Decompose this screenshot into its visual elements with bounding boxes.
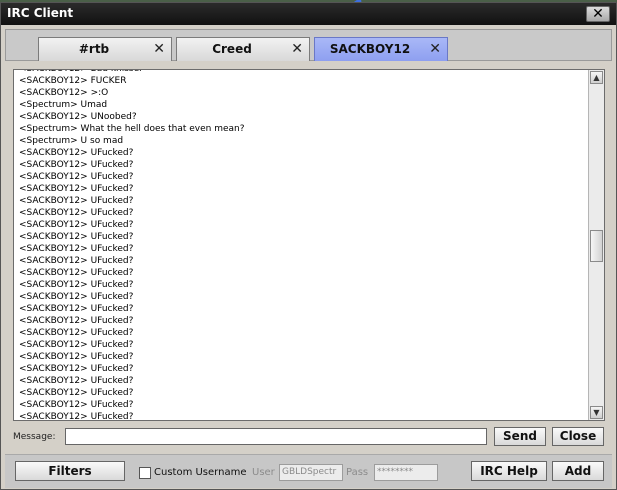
tab-label: SACKBOY12: [329, 42, 411, 56]
custom-username-checkbox[interactable]: [139, 467, 151, 479]
chat-line: <SACKBOY12> UFucked?: [19, 220, 134, 230]
message-input[interactable]: [65, 428, 487, 445]
chat-log[interactable]: <SACKBOY12> Bad knisser <SACKBOY12> FUCKE…: [13, 69, 605, 421]
chat-line: <SACKBOY12> UFucked?: [19, 328, 134, 338]
chat-line: <SACKBOY12> FUCKER: [19, 76, 127, 86]
filters-button[interactable]: Filters: [15, 461, 125, 481]
tab-sackboy12[interactable]: SACKBOY12 ✕: [314, 37, 448, 61]
chat-line: <SACKBOY12> UFucked?: [19, 256, 134, 266]
chat-line: <SACKBOY12> UFucked?: [19, 280, 134, 290]
scroll-down-icon[interactable]: ▼: [590, 406, 603, 419]
pass-label: Pass: [346, 467, 369, 478]
chat-line: <SACKBOY12> UFucked?: [19, 400, 134, 410]
chat-line: <SACKBOY12> UFucked?: [19, 292, 134, 302]
irc-client-window: IRC Client ✕ #rtb ✕ Creed ✕ SACKBOY12 ✕ …: [0, 2, 617, 490]
chat-line: <SACKBOY12> UFucked?: [19, 172, 134, 182]
message-label: Message:: [13, 432, 56, 442]
chat-line: <SACKBOY12> UFucked?: [19, 232, 134, 242]
tab-close-icon[interactable]: ✕: [429, 41, 441, 57]
irc-help-button[interactable]: IRC Help: [471, 461, 547, 481]
send-button[interactable]: Send: [494, 427, 546, 446]
chat-line: <SACKBOY12> UFucked?: [19, 412, 134, 421]
tab-label: Creed: [212, 42, 252, 56]
title-bar[interactable]: IRC Client ✕: [1, 3, 616, 25]
chat-line: <SACKBOY12> UFucked?: [19, 160, 134, 170]
chat-line: <SACKBOY12> UFucked?: [19, 208, 134, 218]
add-button[interactable]: Add: [552, 461, 604, 481]
tab-strip: #rtb ✕ Creed ✕ SACKBOY12 ✕: [5, 29, 612, 61]
chat-line: <Spectrum> What the hell does that even …: [19, 124, 245, 134]
chat-line: <SACKBOY12> UFucked?: [19, 244, 134, 254]
tab-close-icon[interactable]: ✕: [153, 41, 165, 57]
tab-creed[interactable]: Creed ✕: [176, 37, 310, 61]
chat-line: <Spectrum> Umad: [19, 100, 108, 110]
user-field[interactable]: GBLDSpectr: [279, 464, 343, 481]
chat-line: <SACKBOY12> UFucked?: [19, 352, 134, 362]
chat-scrollbar[interactable]: ▲ ▼: [588, 70, 604, 420]
window-close-button[interactable]: ✕: [586, 6, 610, 22]
chat-line: <Spectrum> U so mad: [19, 136, 124, 146]
scroll-thumb[interactable]: [590, 230, 603, 262]
chat-line: <SACKBOY12> UFucked?: [19, 376, 134, 386]
chat-line: <SACKBOY12> UFucked?: [19, 364, 134, 374]
chat-line: <SACKBOY12> UFucked?: [19, 196, 134, 206]
pass-field[interactable]: ********: [374, 464, 438, 481]
chat-line: <SACKBOY12> UNoobed?: [19, 112, 137, 122]
tab-close-icon[interactable]: ✕: [291, 41, 303, 57]
user-label: User: [252, 467, 275, 478]
chat-lines: <SACKBOY12> Bad knisser <SACKBOY12> FUCKE…: [19, 70, 584, 421]
chat-line: <SACKBOY12> UFucked?: [19, 268, 134, 278]
chat-line: <SACKBOY12> UFucked?: [19, 304, 134, 314]
tab-rtb[interactable]: #rtb ✕: [38, 37, 172, 61]
chat-line: <SACKBOY12> UFucked?: [19, 388, 134, 398]
window-title: IRC Client: [7, 6, 74, 20]
custom-username-label: Custom Username: [154, 467, 247, 478]
chat-line: <SACKBOY12> UFucked?: [19, 316, 134, 326]
tab-label: #rtb: [78, 42, 110, 56]
chat-line: <SACKBOY12> >:O: [19, 88, 109, 98]
chat-line: <SACKBOY12> UFucked?: [19, 184, 134, 194]
chat-line: <SACKBOY12> UFucked?: [19, 148, 134, 158]
close-button[interactable]: Close: [552, 427, 604, 446]
chat-line: <SACKBOY12> UFucked?: [19, 340, 134, 350]
scroll-up-icon[interactable]: ▲: [590, 71, 603, 84]
